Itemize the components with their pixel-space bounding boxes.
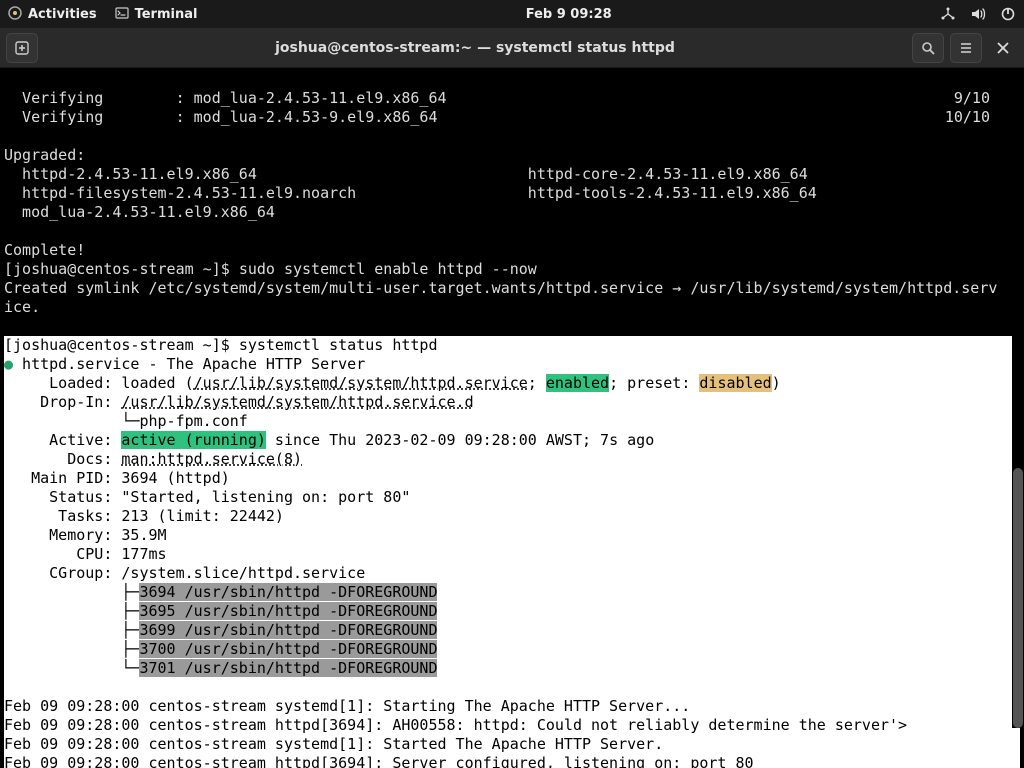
gnome-topbar: Activities Terminal Feb 9 09:28 [0,0,1024,28]
terminal-app-label: Terminal [135,7,198,22]
volume-icon[interactable] [970,6,986,22]
status-dot-icon: ● [4,355,13,373]
upgraded-header: Upgraded: [4,146,85,164]
upgraded-line: httpd-2.4.53-11.el9.x86_64 httpd-core-2.… [4,165,808,183]
terminal-app-button[interactable]: Terminal [115,6,198,22]
menu-button[interactable] [950,33,982,63]
search-button[interactable] [912,33,944,63]
status-output: [joshua@centos-stream ~]$ systemctl stat… [4,336,1020,768]
terminal-scrollbar[interactable] [1012,68,1024,728]
verify-line-1: Verifying : mod_lua-2.4.53-11.el9.x86_64… [4,89,447,107]
topbar-clock[interactable]: Feb 9 09:28 [197,7,940,22]
close-button[interactable] [988,33,1018,63]
window-title: joshua@centos-stream:~ — systemctl statu… [38,40,912,56]
upgraded-line: httpd-filesystem-2.4.53-11.el9.noarch ht… [4,184,817,202]
window-titlebar: joshua@centos-stream:~ — systemctl statu… [0,28,1024,68]
terminal-icon [115,6,129,20]
complete-line: Complete! [4,241,85,259]
power-icon[interactable] [1000,6,1016,22]
activities-icon [8,6,22,20]
new-tab-button[interactable] [6,33,38,63]
network-icon[interactable] [940,6,956,22]
scrollbar-thumb[interactable] [1013,468,1023,728]
verify-line-2: Verifying : mod_lua-2.4.53-9.el9.x86_641… [4,108,438,126]
activities-label: Activities [28,7,97,22]
prompt-line: [joshua@centos-stream ~]$ sudo systemctl… [4,260,537,278]
terminal-output[interactable]: Verifying : mod_lua-2.4.53-11.el9.x86_64… [0,68,1024,768]
activities-button[interactable]: Activities [8,6,97,22]
symlink-line: Created symlink /etc/systemd/system/mult… [4,279,1002,317]
upgraded-line: mod_lua-2.4.53-11.el9.x86_64 [4,203,275,221]
